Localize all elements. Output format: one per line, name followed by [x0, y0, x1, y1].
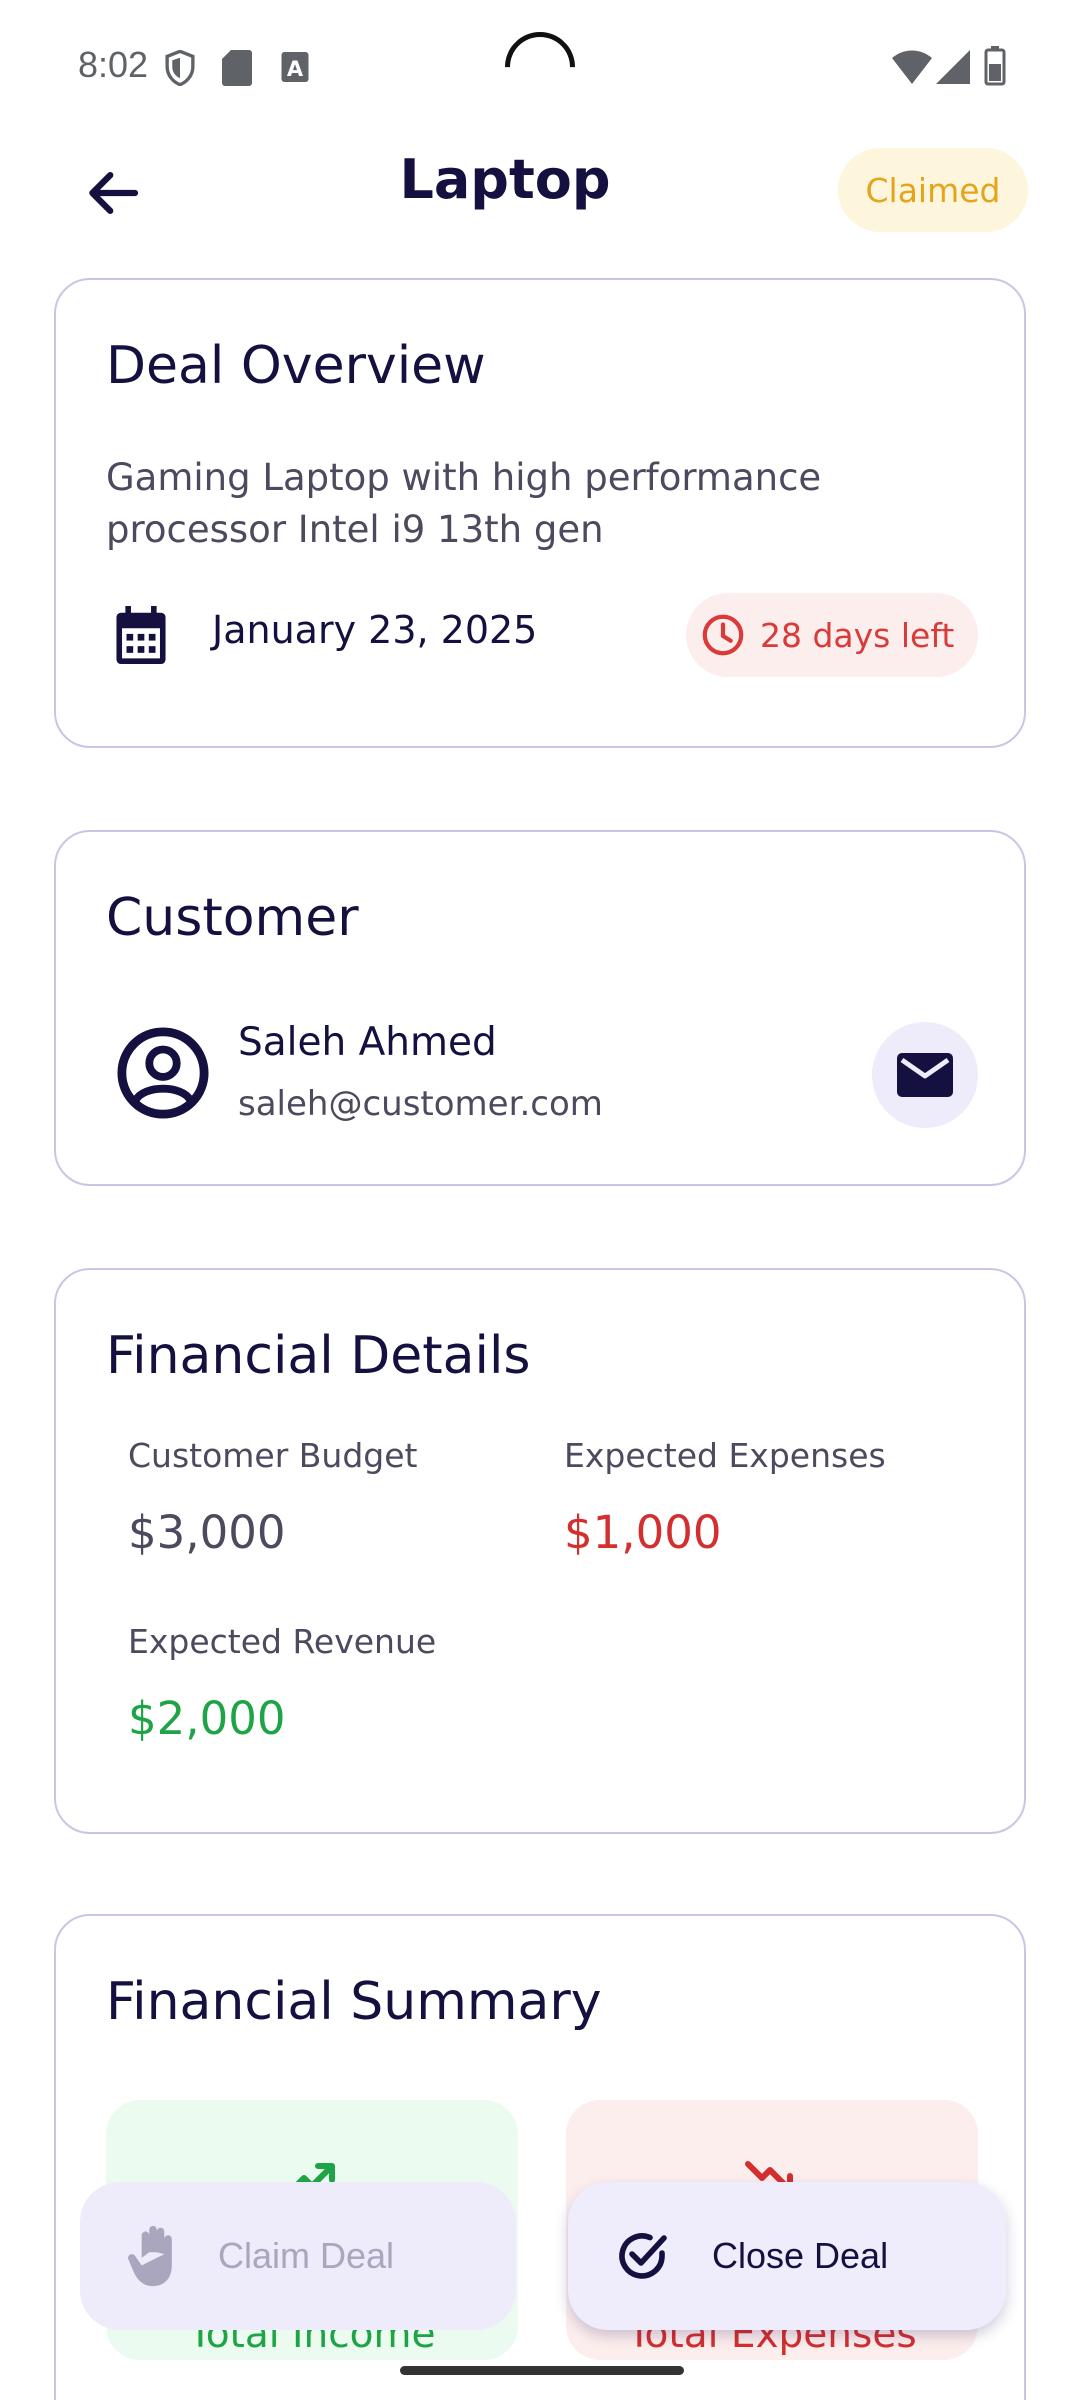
customer-budget-label: Customer Budget: [128, 1436, 418, 1475]
shield-icon: [165, 50, 195, 86]
financial-details-card: Financial Details Customer Budget $3,000…: [54, 1268, 1026, 1834]
mail-icon: [897, 1053, 953, 1097]
claim-deal-button[interactable]: Claim Deal: [80, 2182, 516, 2330]
expected-expenses-label: Expected Expenses: [564, 1436, 886, 1475]
close-deal-label: Close Deal: [712, 2235, 889, 2276]
days-left-badge: 28 days left: [686, 593, 978, 677]
text-notification-icon: A: [281, 52, 309, 82]
battery-icon: [984, 46, 1006, 86]
expected-revenue-value: $2,000: [128, 1692, 286, 1745]
check-circle-icon: [619, 2233, 667, 2279]
sd-card-icon: [222, 50, 252, 86]
clock-icon: [702, 614, 744, 656]
customer-email: saleh@customer.com: [238, 1084, 603, 1124]
expected-revenue-label: Expected Revenue: [128, 1622, 437, 1661]
customer-name: Saleh Ahmed: [238, 1020, 497, 1065]
deal-description: Gaming Laptop with high performance proc…: [106, 456, 822, 551]
expected-expenses-value: $1,000: [564, 1506, 722, 1559]
customer-title: Customer: [106, 888, 359, 948]
signal-icon: [936, 50, 970, 84]
svg-text:A: A: [287, 57, 304, 81]
financial-summary-title: Financial Summary: [106, 1972, 602, 2032]
deal-date: January 23, 2025: [212, 608, 538, 652]
wifi-icon: [892, 50, 932, 84]
gesture-navigation-handle[interactable]: [400, 2366, 684, 2375]
close-deal-button[interactable]: Close Deal: [568, 2182, 1006, 2330]
customer-budget-value: $3,000: [128, 1506, 286, 1559]
status-bar: 8:02 A: [0, 0, 1080, 120]
person-icon: [117, 1027, 209, 1119]
hand-icon: [128, 2225, 172, 2287]
days-left-text: 28 days left: [760, 615, 955, 655]
claim-deal-label: Claim Deal: [218, 2235, 395, 2276]
status-badge: Claimed: [838, 148, 1028, 232]
status-time: 8:02: [78, 44, 149, 85]
calendar-icon: [116, 606, 166, 664]
financial-details-title: Financial Details: [106, 1326, 531, 1386]
deal-overview-title: Deal Overview: [106, 336, 486, 396]
deal-overview-card: Deal Overview Gaming Laptop with high pe…: [54, 278, 1026, 748]
email-customer-button[interactable]: [872, 1022, 978, 1128]
camera-cutout: [490, 17, 590, 117]
customer-card: Customer Saleh Ahmed saleh@customer.com: [54, 830, 1026, 1186]
